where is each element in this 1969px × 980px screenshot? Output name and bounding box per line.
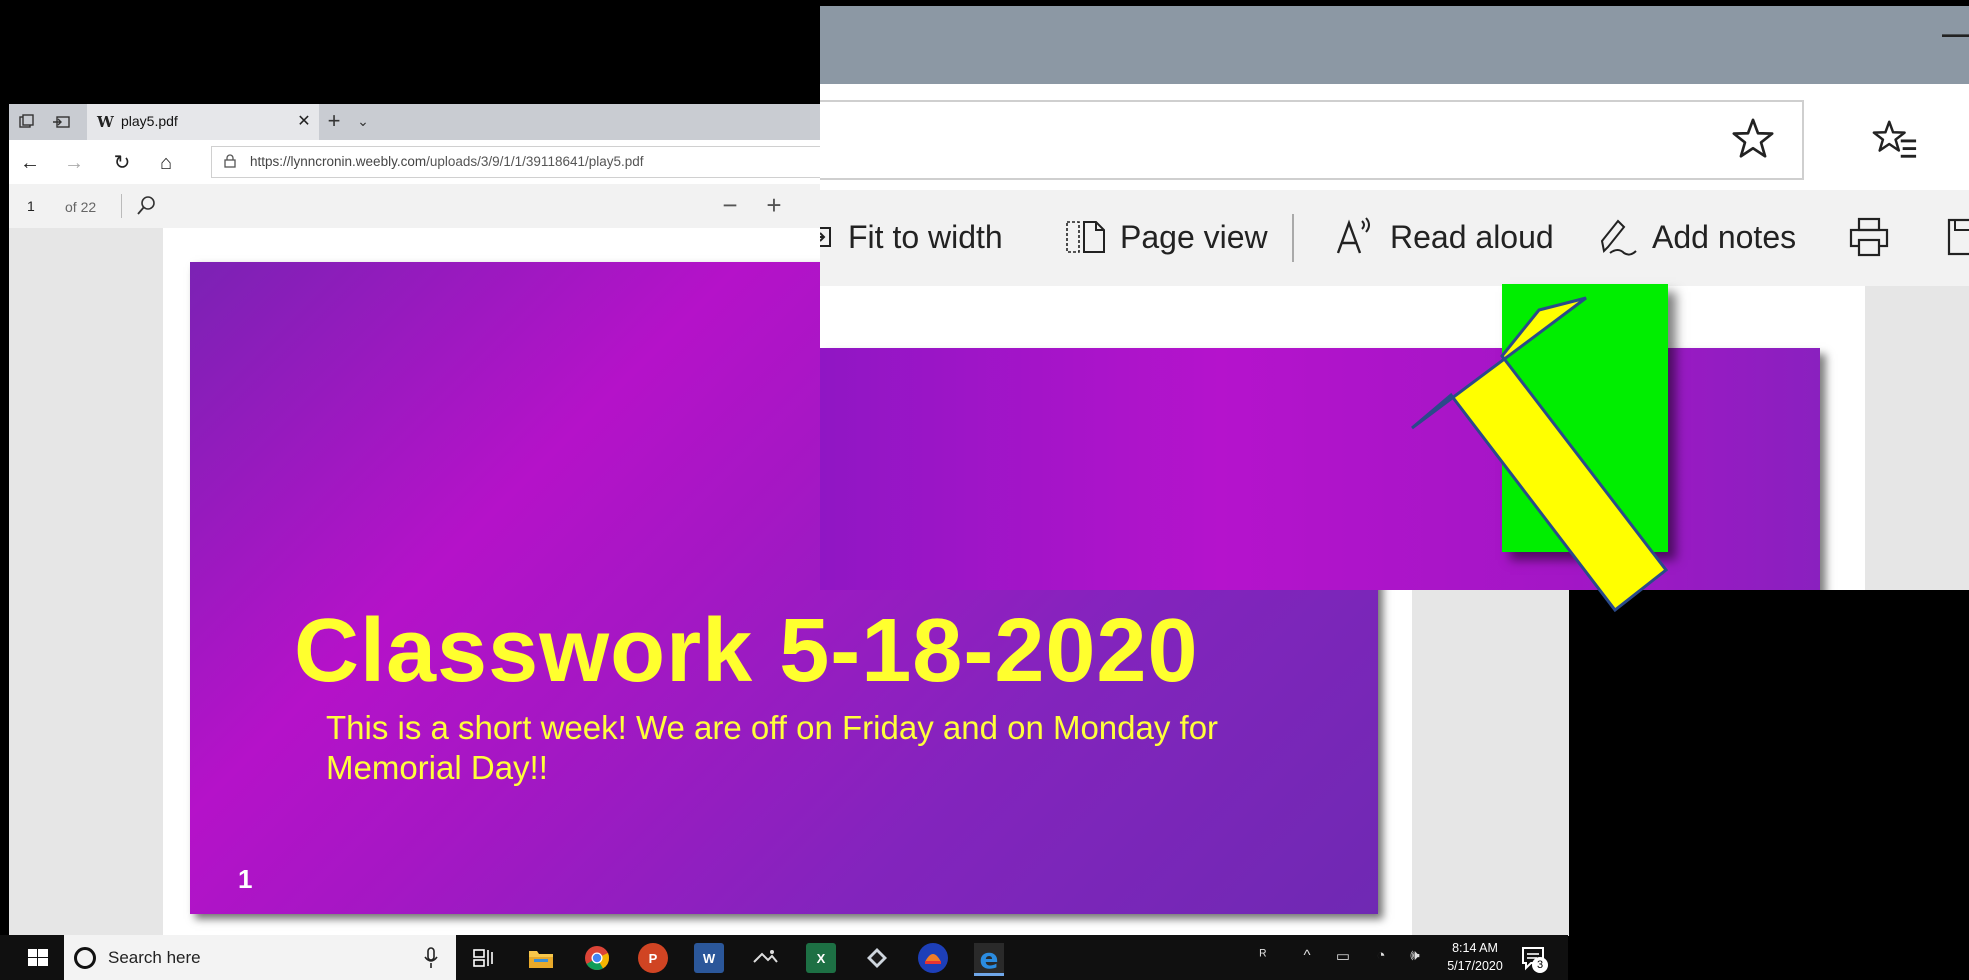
refresh-icon[interactable]: ↻ [109,150,135,176]
windows-start-icon[interactable] [14,943,62,973]
toolbar-divider [121,194,122,218]
page-total: of 22 [65,199,97,215]
notification-badge: 3 [1532,957,1548,973]
read-aloud-label: Read aloud [1390,218,1554,255]
search-icon[interactable] [133,194,159,218]
taskbar: Search here P W X e ᴿ ^ ▭ ◔ 🕪 8:14 AM 5/… [0,935,1568,980]
favorites-list-icon[interactable] [1872,116,1918,162]
task-view-icon[interactable] [468,943,498,973]
search-placeholder: Search here [108,948,201,967]
toolbar-divider [1292,214,1294,262]
url-host: https://lynncronin.weebly.com [250,154,427,169]
microphone-icon[interactable] [424,947,438,969]
tab-close-icon[interactable]: ✕ [292,110,316,134]
wifi-icon[interactable]: ◔ [1370,947,1392,964]
weebly-favicon-icon: W [97,113,114,131]
home-icon[interactable]: ⌂ [153,150,179,176]
save-icon [1947,218,1969,256]
zoom-title-bar: — [820,6,1969,84]
url-path: /uploads/3/9/1/1/39118641/play5.pdf [426,154,644,169]
url-text: https://lynncronin.weebly.com/uploads/3/… [250,154,644,169]
forward-icon[interactable]: → [61,150,87,176]
page-number-input[interactable]: 1 [19,193,61,219]
print-button[interactable] [1848,214,1904,260]
edge-icon[interactable]: e [974,942,1004,976]
yellow-arrow-icon [1411,296,1669,613]
cortana-icon [74,947,96,969]
blue-app-icon[interactable] [918,943,948,973]
slide-number: 1 [238,864,253,894]
slide-title: Classwork 5-18-2020 [294,601,1199,701]
read-aloud-icon [1336,217,1370,254]
add-notes-label: Add notes [1652,218,1797,255]
taskbar-search[interactable]: Search here [64,935,456,980]
print-icon [1849,217,1889,257]
page-view-label: Page view [1120,218,1268,255]
zoom-in-icon[interactable]: + [759,190,789,220]
page-view-icon [1066,221,1105,253]
clock-date: 5/17/2020 [1447,959,1503,973]
set-aside-tabs-icon[interactable] [49,110,73,134]
slide-subtitle: This is a short week! We are off on Frid… [326,709,1219,786]
word-icon[interactable]: W [694,943,724,973]
zoom-nav-bar [820,84,1969,190]
people-icon[interactable]: ᴿ [1252,947,1274,964]
save-button[interactable] [1946,214,1969,260]
chevron-down-icon[interactable]: ⌄ [353,110,373,132]
minimize-icon[interactable]: — [1942,13,1969,53]
fit-to-width-label: Fit to width [848,218,1003,255]
chevron-up-icon[interactable]: ^ [1296,947,1318,964]
fit-to-width-icon [820,227,831,247]
zoom-out-icon[interactable]: − [715,190,745,220]
tab-actions-icon[interactable] [15,110,39,134]
diamond-app-icon[interactable] [862,943,892,973]
lock-icon [224,154,236,168]
add-notes-button[interactable]: Add notes [1598,214,1796,260]
new-tab-icon[interactable]: + [321,108,347,134]
star-icon[interactable] [1730,116,1776,162]
tab-title: play5.pdf [121,113,178,129]
zoom-address-bar[interactable] [820,100,1804,180]
chrome-icon[interactable] [582,943,612,973]
page-view-button[interactable]: Page view [1066,214,1268,260]
clock[interactable]: 8:14 AM 5/17/2020 [1440,939,1510,975]
volume-icon[interactable]: 🕪 [1404,947,1426,964]
clock-time: 8:14 AM [1452,941,1498,955]
back-icon[interactable]: ← [17,150,43,176]
excel-icon[interactable]: X [806,943,836,973]
file-explorer-icon[interactable] [526,943,556,973]
tab-play5[interactable]: W play5.pdf ✕ [87,104,319,140]
powerpoint-icon[interactable]: P [638,943,668,973]
battery-icon[interactable]: ▭ [1332,947,1354,965]
photos-app-icon[interactable] [750,943,780,973]
pen-icon [1600,219,1637,256]
read-aloud-button[interactable]: Read aloud [1336,214,1554,260]
fit-to-width-button[interactable]: Fit to width [820,214,1003,260]
